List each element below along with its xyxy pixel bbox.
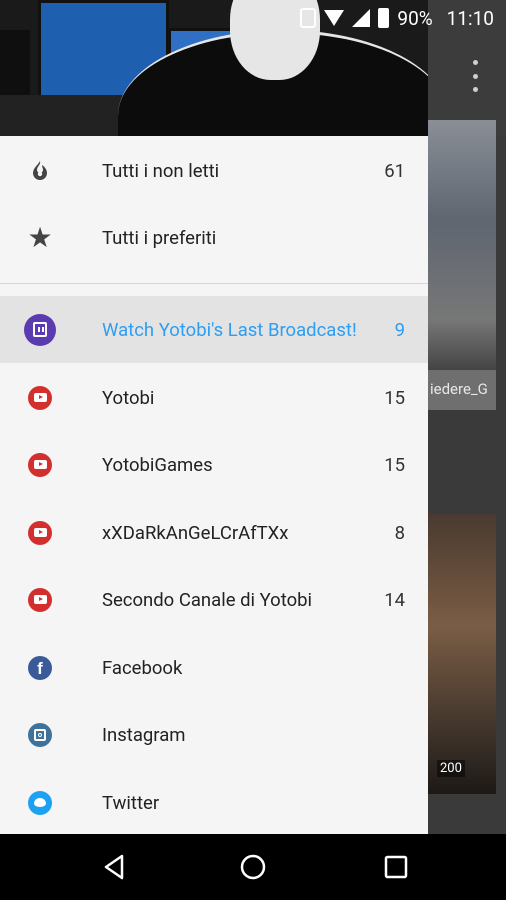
drawer-item-secondo-canale[interactable]: Secondo Canale di Yotobi 14 — [0, 566, 428, 633]
drawer-item-label: Tutti i non letti — [102, 159, 220, 182]
flame-icon — [24, 155, 56, 187]
overflow-menu-icon[interactable] — [467, 60, 483, 92]
drawer-divider — [0, 283, 428, 284]
background-card[interactable] — [428, 120, 496, 410]
drawer-item-twitter[interactable]: Twitter — [0, 769, 428, 834]
drawer-item-label: YotobiGames — [102, 453, 213, 476]
unread-count: 15 — [384, 386, 405, 409]
youtube-icon — [24, 584, 56, 616]
drawer-item-twitch-broadcast[interactable]: Watch Yotobi's Last Broadcast! 9 — [0, 296, 428, 363]
battery-level: 90% — [397, 6, 433, 30]
unread-count: 8 — [394, 521, 405, 544]
cell-signal-icon — [352, 9, 371, 27]
drawer-item-yotobi[interactable]: Yotobi 15 — [0, 364, 428, 431]
twitter-icon — [24, 787, 56, 819]
system-navigation-bar — [0, 834, 506, 900]
drawer-item-xxdarkangelcraftxx[interactable]: xXDaRkAnGeLCrAfTXx 8 — [0, 499, 428, 566]
vibrate-icon — [300, 8, 317, 28]
drawer-item-all-favorites[interactable]: ★ Tutti i preferiti — [0, 204, 428, 271]
drawer-item-all-unread[interactable]: Tutti i non letti 61 — [0, 137, 428, 204]
drawer-item-label: Instagram — [102, 723, 186, 746]
recent-apps-icon[interactable] — [381, 852, 411, 882]
unread-count: 61 — [384, 159, 405, 182]
twitch-icon — [24, 313, 56, 346]
battery-icon — [378, 8, 390, 28]
video-duration: 200 — [437, 760, 465, 777]
drawer-item-label: Watch Yotobi's Last Broadcast! — [102, 318, 357, 341]
drawer-item-label: xXDaRkAnGeLCrAfTXx — [102, 521, 289, 544]
drawer-item-label: Facebook — [102, 656, 183, 679]
youtube-icon — [24, 382, 56, 414]
back-icon[interactable] — [100, 852, 130, 882]
youtube-icon — [24, 449, 56, 481]
drawer-item-instagram[interactable]: Instagram — [0, 701, 428, 768]
unread-count: 14 — [384, 588, 405, 611]
youtube-icon — [24, 517, 56, 549]
clock: 11:10 — [446, 6, 494, 30]
drawer-item-label: Tutti i preferiti — [102, 226, 217, 249]
drawer-item-label: Secondo Canale di Yotobi — [102, 588, 313, 611]
facebook-icon: f — [24, 652, 56, 684]
unread-count: 15 — [384, 453, 405, 476]
status-bar: 90% 11:10 — [0, 0, 506, 36]
drawer-item-yotobigames[interactable]: YotobiGames 15 — [0, 431, 428, 498]
drawer-item-label: Yotobi — [102, 386, 155, 409]
background-card[interactable] — [428, 514, 496, 794]
star-icon: ★ — [27, 220, 53, 254]
wifi-icon — [324, 10, 345, 26]
drawer-item-facebook[interactable]: f Facebook — [0, 634, 428, 701]
header-speaker — [0, 30, 30, 100]
navigation-drawer: Tutti i non letti 61 ★ Tutti i preferiti… — [0, 136, 428, 834]
background-card-caption: iedere_G — [430, 380, 488, 398]
drawer-item-label: Twitter — [102, 791, 160, 814]
unread-count: 9 — [394, 318, 405, 341]
home-icon[interactable] — [238, 852, 268, 882]
instagram-icon — [24, 719, 56, 751]
